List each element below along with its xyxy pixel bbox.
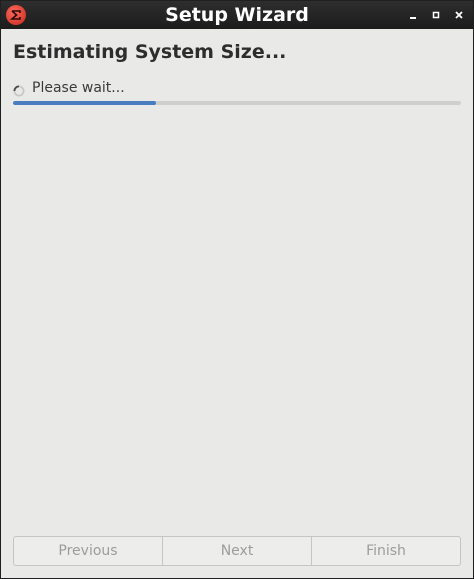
setup-wizard-window: Setup Wizard Estimating System Size... P… [0,0,474,579]
minimize-icon[interactable] [406,8,420,22]
status-text: Please wait... [32,80,125,96]
finish-button[interactable]: Finish [312,537,460,565]
maximize-icon[interactable] [429,8,443,22]
spinner-icon [13,82,25,97]
progress-fill [13,101,157,105]
window-title: Setup Wizard [165,4,309,26]
previous-button[interactable]: Previous [14,537,163,565]
wizard-button-bar: Previous Next Finish [13,536,461,566]
page-title: Estimating System Size... [13,41,287,63]
next-button[interactable]: Next [163,537,312,565]
progress-bar [13,101,461,105]
close-icon[interactable] [452,8,466,22]
title-bar[interactable]: Setup Wizard [1,1,473,29]
wizard-content: Estimating System Size... Please wait...… [1,29,473,578]
